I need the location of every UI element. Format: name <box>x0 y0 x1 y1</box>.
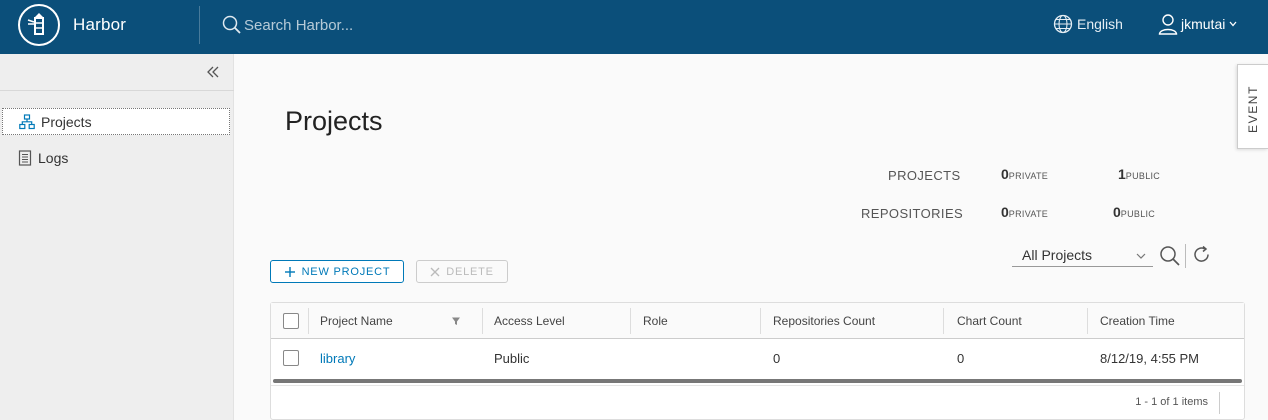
sidebar-item-label: Logs <box>38 149 69 166</box>
close-icon <box>430 267 440 276</box>
stat-number: 0 <box>1001 204 1009 220</box>
brand-name[interactable]: Harbor <box>73 15 126 35</box>
project-name-link[interactable]: library <box>320 340 355 376</box>
column-header-repositories-count[interactable]: Repositories Count <box>773 303 875 339</box>
column-divider <box>943 308 944 334</box>
button-label: DELETE <box>446 265 494 278</box>
projects-public-count: 1PUBLIC <box>1118 166 1160 182</box>
user-menu[interactable]: jkmutai <box>1158 13 1238 35</box>
row-checkbox[interactable] <box>283 350 299 366</box>
language-label: English <box>1077 16 1123 32</box>
chevron-down-icon <box>1229 21 1237 27</box>
column-divider <box>760 308 761 334</box>
language-selector[interactable]: English <box>1053 14 1123 34</box>
column-header-project-name[interactable]: Project Name <box>320 303 393 339</box>
toolbar-divider <box>1185 244 1186 268</box>
access-level-cell: Public <box>494 350 530 366</box>
collapse-sidebar-button[interactable] <box>203 62 223 82</box>
column-divider <box>482 308 483 334</box>
filter-selected-value: All Projects <box>1022 247 1093 263</box>
plus-icon <box>284 266 295 277</box>
table-header: Project Name Access Level Role Repositor… <box>271 303 1244 339</box>
page-title: Projects <box>285 106 383 136</box>
stat-number: 0 <box>1001 166 1009 182</box>
sidebar-divider <box>0 90 234 91</box>
search-input[interactable] <box>244 16 544 34</box>
table-footer: 1 - 1 of 1 items <box>271 385 1244 419</box>
new-project-button[interactable]: NEW PROJECT <box>270 260 404 283</box>
stat-unit: PUBLIC <box>1125 171 1161 181</box>
column-header-role[interactable]: Role <box>643 303 668 339</box>
projects-table: Project Name Access Level Role Repositor… <box>270 302 1245 420</box>
globe-icon <box>1053 14 1073 34</box>
main-content: Projects PROJECTS 0PRIVATE 1PUBLIC REPOS… <box>235 54 1268 420</box>
pagination-description: 1 - 1 of 1 items <box>1135 396 1208 408</box>
project-filter-select[interactable]: All Projects <box>1012 244 1153 267</box>
select-all-checkbox[interactable] <box>283 313 299 329</box>
column-divider <box>1087 308 1088 334</box>
projects-stat-label: PROJECTS <box>888 168 961 183</box>
sidebar-item-projects[interactable]: Projects <box>2 108 230 135</box>
stat-unit: PRIVATE <box>1008 171 1049 181</box>
column-divider <box>630 308 631 334</box>
filter-icon[interactable] <box>451 316 461 326</box>
repos-public-count: 0PUBLIC <box>1113 204 1155 220</box>
search-icon <box>222 15 241 34</box>
projects-private-count: 0PRIVATE <box>1001 166 1048 182</box>
global-search <box>222 13 622 37</box>
repos-private-count: 0PRIVATE <box>1001 204 1048 220</box>
chevron-down-icon <box>1136 253 1146 259</box>
logs-icon <box>18 149 32 166</box>
stat-unit: PRIVATE <box>1008 209 1049 219</box>
event-tab-label: EVENT <box>1246 84 1260 134</box>
sidebar: Projects Logs <box>0 54 234 420</box>
sidebar-item-label: Projects <box>41 113 92 130</box>
stat-number: 0 <box>1113 204 1121 220</box>
header-divider <box>199 6 200 44</box>
button-label: NEW PROJECT <box>301 265 391 278</box>
creation-time-cell: 8/12/19, 4:55 PM <box>1100 350 1200 366</box>
projects-icon <box>19 113 35 129</box>
sidebar-item-logs[interactable]: Logs <box>2 144 230 171</box>
double-chevron-left-icon <box>207 66 219 78</box>
event-panel-tab[interactable]: EVENT <box>1237 64 1268 149</box>
harbor-logo-icon[interactable] <box>18 4 60 46</box>
column-header-creation-time[interactable]: Creation Time <box>1100 303 1175 339</box>
column-header-access-level[interactable]: Access Level <box>494 303 565 339</box>
repositories-stat-label: REPOSITORIES <box>861 206 964 221</box>
user-icon <box>1158 14 1178 35</box>
stat-number: 1 <box>1118 166 1126 182</box>
search-icon[interactable] <box>1159 245 1181 267</box>
repositories-count-cell: 0 <box>773 350 781 366</box>
refresh-icon[interactable] <box>1192 245 1212 265</box>
username-label: jkmutai <box>1181 16 1226 32</box>
column-divider <box>308 308 309 334</box>
column-header-chart-count[interactable]: Chart Count <box>957 303 1022 339</box>
footer-divider <box>1219 392 1220 414</box>
table-row: library Public 0 0 8/12/19, 4:55 PM <box>271 340 1244 376</box>
app-header: Harbor English jkmutai <box>0 0 1268 54</box>
chart-count-cell: 0 <box>957 350 965 366</box>
stat-unit: PUBLIC <box>1120 209 1156 219</box>
horizontal-scrollbar[interactable] <box>273 379 1242 383</box>
delete-button[interactable]: DELETE <box>416 260 508 283</box>
